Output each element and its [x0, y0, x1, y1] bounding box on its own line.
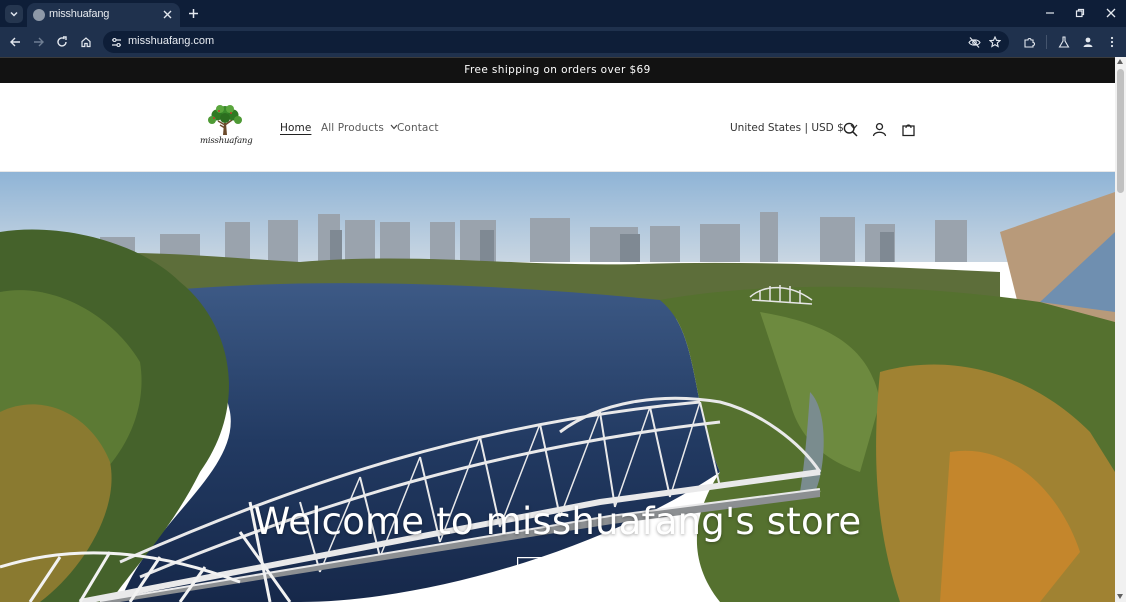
browser-tab-strip: misshuafang — [0, 0, 1126, 27]
nav-all-products[interactable]: All Products — [321, 122, 398, 134]
url-text: misshuafang.com — [128, 35, 215, 47]
scrollbar-thumb[interactable] — [1117, 69, 1124, 193]
buy-now-button[interactable]: Buy Now — [517, 557, 598, 588]
plus-icon — [188, 8, 198, 18]
bookmark-button[interactable] — [988, 35, 1002, 49]
minimize-button[interactable] — [1042, 5, 1058, 21]
close-window-button[interactable] — [1103, 5, 1119, 21]
reload-icon — [57, 36, 67, 47]
tab-list-button[interactable] — [5, 5, 23, 23]
nav-all-products-label: All Products — [321, 122, 384, 134]
scroll-up-arrow[interactable] — [1117, 59, 1123, 64]
announcement-text: Free shipping on orders over $69 — [464, 64, 651, 76]
minimize-icon — [1046, 12, 1054, 14]
country-currency-selector[interactable]: United States | USD $ — [730, 122, 858, 134]
puzzle-icon — [1023, 37, 1035, 48]
hero-title: Welcome to misshuafang's store — [253, 500, 862, 543]
back-button[interactable] — [7, 34, 23, 50]
search-button[interactable] — [841, 120, 859, 138]
address-bar[interactable]: misshuafang.com — [103, 31, 1009, 53]
kebab-icon — [1110, 36, 1114, 48]
nav-home[interactable]: Home — [280, 122, 311, 134]
eye-off-icon — [967, 36, 981, 48]
tune-icon — [111, 37, 121, 47]
search-icon — [843, 122, 858, 137]
browser-tab[interactable]: misshuafang — [27, 3, 180, 27]
home-icon — [81, 37, 91, 48]
restore-button[interactable] — [1072, 5, 1088, 21]
scroll-down-arrow[interactable] — [1117, 594, 1123, 599]
store-logo[interactable]: misshuafang — [200, 103, 253, 151]
arrow-right-icon — [34, 37, 44, 47]
restore-icon — [1075, 8, 1085, 18]
reload-button[interactable] — [54, 34, 70, 50]
person-icon — [1083, 37, 1093, 47]
star-icon — [989, 36, 1001, 48]
site-header: misshuafang Home All Products Contact Un… — [0, 83, 1115, 172]
logo-text: misshuafang — [200, 136, 253, 146]
hero-banner: Welcome to misshuafang's store Buy Now — [0, 172, 1115, 602]
chevron-down-icon — [10, 11, 18, 17]
labs-button[interactable] — [1056, 34, 1072, 50]
profile-button[interactable] — [1080, 34, 1096, 50]
cart-button[interactable] — [899, 120, 917, 138]
close-icon — [163, 10, 171, 18]
nav-contact[interactable]: Contact — [397, 122, 439, 134]
page-scrollbar[interactable] — [1115, 57, 1126, 602]
locale-label: United States | USD $ — [730, 122, 844, 134]
page-viewport: Free shipping on orders over $69 misshua… — [0, 57, 1115, 602]
close-icon — [1106, 8, 1116, 18]
extensions-button[interactable] — [1021, 34, 1037, 50]
tab-title: misshuafang — [49, 8, 110, 20]
site-info-button[interactable] — [109, 35, 123, 49]
tracking-protection-button[interactable] — [967, 35, 981, 49]
favicon-icon — [33, 9, 45, 21]
home-button[interactable] — [78, 34, 94, 50]
tree-logo-icon — [208, 105, 242, 135]
toolbar-divider — [1046, 35, 1047, 49]
account-button[interactable] — [870, 120, 888, 138]
account-icon — [872, 122, 886, 136]
flask-icon — [1058, 36, 1070, 48]
new-tab-button[interactable] — [186, 6, 200, 20]
arrow-left-icon — [10, 37, 20, 47]
forward-button[interactable] — [31, 34, 47, 50]
tab-close-button[interactable] — [160, 7, 174, 21]
announcement-bar: Free shipping on orders over $69 — [0, 57, 1115, 83]
cart-icon — [901, 123, 915, 136]
browser-menu-button[interactable] — [1104, 34, 1120, 50]
